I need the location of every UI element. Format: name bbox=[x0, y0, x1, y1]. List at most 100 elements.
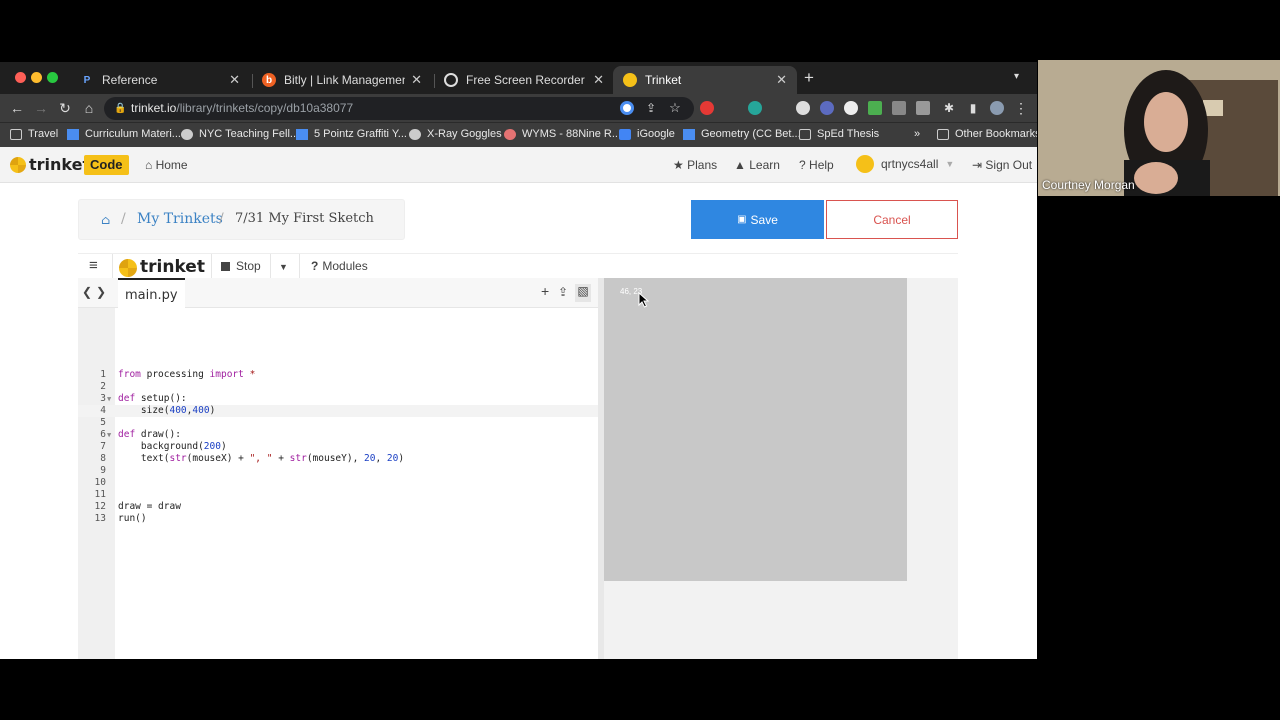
stop-label: Stop bbox=[236, 259, 261, 273]
extension-gray-icon[interactable] bbox=[916, 101, 930, 115]
new-tab-icon[interactable]: + bbox=[804, 68, 814, 88]
bookmark-item[interactable]: X-Ray Goggles bbox=[409, 128, 502, 140]
share-icon[interactable]: ⇪ bbox=[642, 99, 660, 117]
user-menu[interactable]: qrtnycs4all ▼ bbox=[856, 155, 954, 173]
add-file-icon[interactable]: + bbox=[541, 283, 549, 299]
bookmark-item[interactable]: NYC Teaching Fell... bbox=[181, 128, 299, 140]
help-link[interactable]: ? Help bbox=[799, 158, 834, 172]
stop-icon bbox=[221, 261, 230, 271]
minimize-window-button[interactable] bbox=[31, 72, 42, 83]
extension-list-icon[interactable] bbox=[892, 101, 906, 115]
stop-button[interactable]: Stop bbox=[221, 259, 261, 273]
code-editor-pane: ❮ ❯ main.py + ⇪ ▧ 1 from processing impor… bbox=[78, 278, 598, 659]
bookmark-item[interactable]: SpEd Thesis bbox=[799, 128, 879, 140]
bookmarks-overflow-button[interactable]: » bbox=[914, 128, 920, 140]
modules-button[interactable]: ? Modules bbox=[311, 259, 368, 273]
folder-icon bbox=[799, 128, 811, 140]
code-line[interactable]: 2 bbox=[78, 381, 598, 393]
bitly-favicon-icon: b bbox=[262, 73, 276, 87]
save-button[interactable]: ▣ Save bbox=[691, 200, 824, 239]
code-line[interactable]: 10 bbox=[78, 477, 598, 489]
code-text: def draw(): bbox=[118, 429, 181, 440]
other-bookmarks[interactable]: Other Bookmarks bbox=[937, 128, 1037, 140]
chevron-left-icon[interactable]: ❮ bbox=[82, 285, 92, 299]
plans-link[interactable]: ★ Plans bbox=[673, 158, 717, 172]
sketch-canvas[interactable]: 46, 23 bbox=[604, 278, 907, 581]
google-icon[interactable] bbox=[620, 101, 634, 115]
breadcrumb-current: 7/31 My First Sketch bbox=[235, 211, 374, 226]
tab-search-icon[interactable]: ▾ bbox=[1014, 71, 1019, 82]
breadcrumb-my-trinkets[interactable]: My Trinkets bbox=[137, 211, 223, 227]
code-line[interactable]: 7 background(200) bbox=[78, 441, 598, 453]
extensions-puzzle-icon[interactable]: ✱ bbox=[940, 99, 958, 117]
bookmark-item[interactable]: Travel bbox=[10, 128, 58, 140]
url-bar[interactable]: 🔒 trinket.io/library/trinkets/copy/db10a… bbox=[104, 97, 694, 120]
bookmark-item[interactable]: iGoogle bbox=[619, 128, 675, 140]
profile-avatar[interactable] bbox=[990, 101, 1004, 115]
home-label: Home bbox=[155, 158, 188, 172]
learn-link[interactable]: ▲ Learn bbox=[734, 158, 780, 172]
extension-white-icon[interactable] bbox=[844, 101, 858, 115]
code-line[interactable]: 3 ▼ def setup(): bbox=[78, 393, 598, 405]
extension-m-icon[interactable] bbox=[748, 101, 762, 115]
cancel-button[interactable]: Cancel bbox=[826, 200, 958, 239]
line-number: 10 bbox=[94, 477, 106, 488]
close-tab-icon[interactable]: ✕ bbox=[776, 72, 787, 88]
browser-tab-bitly[interactable]: b Bitly | Link Management ✕ bbox=[252, 66, 432, 94]
extension-refresh-icon[interactable] bbox=[796, 101, 810, 115]
code-line[interactable]: 8 text(str(mouseX) + ", " + str(mouseY),… bbox=[78, 453, 598, 465]
hamburger-menu-icon[interactable]: ≡ bbox=[89, 257, 98, 274]
code-line[interactable]: 6 ▼ def draw(): bbox=[78, 429, 598, 441]
toolbar-divider bbox=[270, 254, 271, 280]
code-line[interactable]: 1 from processing import * bbox=[78, 369, 598, 381]
code-line-active[interactable]: 4 size(400,400) bbox=[78, 405, 598, 417]
chevron-right-icon[interactable]: ❯ bbox=[96, 285, 106, 299]
extension-blue-icon[interactable] bbox=[820, 101, 834, 115]
home-icon[interactable]: ⌂ bbox=[80, 99, 98, 117]
sign-out-link[interactable]: ⇥ Sign Out bbox=[972, 158, 1032, 172]
home-icon[interactable]: ⌂ bbox=[101, 213, 110, 227]
line-number: 6 bbox=[100, 429, 106, 440]
bookmark-item[interactable]: Geometry (CC Bet... bbox=[683, 128, 801, 140]
code-line[interactable]: 11 bbox=[78, 489, 598, 501]
toolbar-divider bbox=[299, 254, 300, 280]
close-tab-icon[interactable]: ✕ bbox=[411, 72, 422, 88]
extension-grid-icon[interactable] bbox=[868, 101, 882, 115]
browser-menu-icon[interactable]: ⋮ bbox=[1012, 99, 1030, 117]
fold-arrow-icon[interactable]: ▼ bbox=[107, 429, 111, 441]
code-text: size(400,400) bbox=[118, 405, 216, 416]
code-line[interactable]: 9 bbox=[78, 465, 598, 477]
save-label: Save bbox=[750, 212, 778, 227]
line-number: 2 bbox=[100, 381, 106, 392]
bookmark-item[interactable]: WYMS - 88Nine R... bbox=[504, 128, 621, 140]
home-link[interactable]: ⌂ Home bbox=[145, 158, 188, 172]
site-logo-text[interactable]: trinket bbox=[29, 155, 90, 174]
fold-arrow-icon[interactable]: ▼ bbox=[107, 393, 111, 405]
bookmark-label: Travel bbox=[28, 128, 59, 140]
line-number: 8 bbox=[100, 453, 106, 464]
browser-tab-reference[interactable]: P Reference ✕ bbox=[70, 66, 250, 94]
close-window-button[interactable] bbox=[15, 72, 26, 83]
close-tab-icon[interactable]: ✕ bbox=[593, 72, 604, 88]
back-icon[interactable]: ← bbox=[8, 99, 26, 117]
globe-icon bbox=[409, 128, 421, 140]
code-line[interactable]: 5 bbox=[78, 417, 598, 429]
maximize-window-button[interactable] bbox=[47, 72, 58, 83]
reload-icon[interactable]: ↻ bbox=[56, 99, 74, 117]
sidebar-icon[interactable]: ▮ bbox=[964, 99, 982, 117]
image-icon[interactable]: ▧ bbox=[575, 284, 591, 302]
bookmark-item[interactable]: Curriculum Materi... bbox=[67, 128, 181, 140]
forward-icon[interactable]: → bbox=[32, 99, 50, 117]
code-line[interactable]: 13 run() bbox=[78, 513, 598, 525]
extension-red-icon[interactable] bbox=[700, 101, 714, 115]
browser-tab-screen-recorder[interactable]: Free Screen Recorder - No Ac ✕ bbox=[434, 66, 614, 94]
browser-tab-trinket[interactable]: Trinket ✕ bbox=[613, 66, 797, 94]
bookmark-item[interactable]: 5 Pointz Graffiti Y... bbox=[296, 128, 407, 140]
lock-icon: 🔒 bbox=[114, 103, 127, 114]
file-tab-main-py[interactable]: main.py bbox=[118, 278, 185, 308]
upload-icon[interactable]: ⇪ bbox=[558, 285, 568, 299]
bookmark-star-icon[interactable]: ☆ bbox=[666, 99, 684, 117]
close-tab-icon[interactable]: ✕ bbox=[229, 72, 240, 88]
run-options-caret-icon[interactable]: ▼ bbox=[279, 262, 288, 272]
code-line[interactable]: 12 draw = draw bbox=[78, 501, 598, 513]
